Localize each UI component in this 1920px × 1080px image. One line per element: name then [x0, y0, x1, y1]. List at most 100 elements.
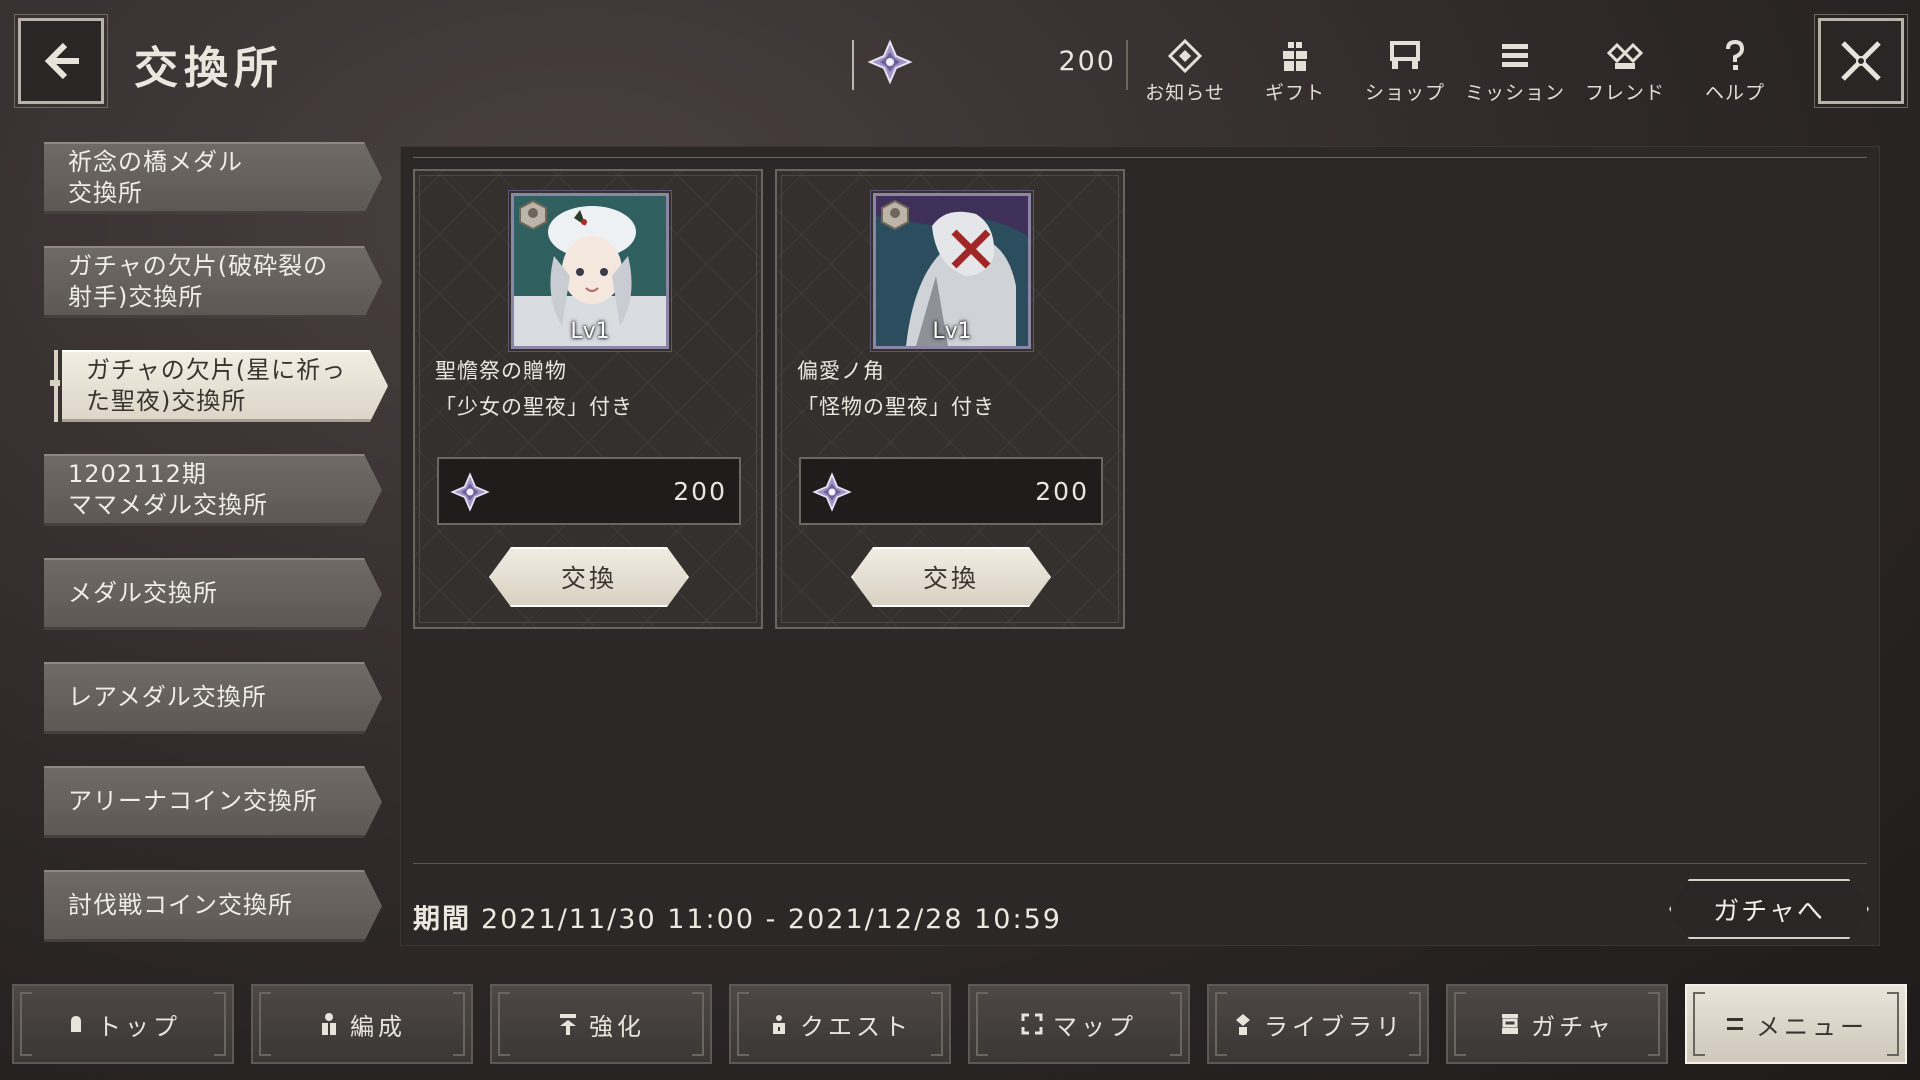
- item-price-box: 200: [799, 457, 1103, 525]
- sidebar-item-gacha-fragment-holy-night[interactable]: ガチャの欠片(星に祈っ た聖夜)交換所: [62, 350, 388, 422]
- sidebar-item-label: ガチャの欠片(破砕裂の: [68, 251, 329, 280]
- currency-divider: [852, 40, 854, 90]
- item-name: 偏愛ノ角 「怪物の聖夜」付き: [797, 353, 995, 425]
- bottom-nav-label: トップ: [97, 1012, 181, 1041]
- exchange-button[interactable]: 交換: [489, 547, 689, 607]
- nav-notice-label: お知らせ: [1145, 82, 1225, 104]
- item-portrait[interactable]: Lv1: [870, 190, 1034, 352]
- bottom-nav-label: ガチャ: [1531, 1012, 1615, 1041]
- quest-icon: [773, 1015, 785, 1034]
- gacha-icon: [1502, 1014, 1519, 1034]
- party-icon: [322, 1013, 336, 1035]
- sidebar-item-label: 討伐戦コイン交換所: [68, 891, 293, 919]
- crystal-medal-icon: [812, 472, 852, 512]
- map-icon: [1021, 1013, 1043, 1035]
- sidebar-item-label: 1202112期: [68, 459, 207, 488]
- back-button[interactable]: [14, 14, 108, 108]
- item-name-line1: 偏愛ノ角: [797, 359, 885, 383]
- top-nav: お知らせ ギフト ショップ ミッション フレンド ヘルプ: [1130, 36, 1790, 110]
- sidebar-item-label: ママメダル交換所: [68, 490, 268, 519]
- friend-icon: [1606, 42, 1644, 69]
- nav-notice[interactable]: お知らせ: [1130, 36, 1240, 110]
- currency-divider-right: [1126, 40, 1128, 90]
- active-marker-notch: [50, 380, 60, 386]
- item-portrait[interactable]: Lv1: [508, 190, 672, 352]
- sidebar-item-rare-medal[interactable]: レアメダル交換所: [44, 662, 382, 734]
- item-price: 200: [1035, 477, 1089, 506]
- library-icon: [1236, 1014, 1250, 1035]
- sidebar-item-label: た聖夜)交換所: [86, 386, 247, 415]
- active-marker: [54, 350, 58, 422]
- nav-help[interactable]: ヘルプ: [1680, 36, 1790, 110]
- bottom-nav-label: ライブラリ: [1264, 1012, 1404, 1041]
- sidebar-item-label: レアメダル交換所: [68, 683, 267, 711]
- item-level: Lv1: [570, 319, 610, 344]
- bottom-nav-map[interactable]: マップ: [968, 984, 1190, 1064]
- bottom-nav-label: マップ: [1053, 1012, 1137, 1041]
- bottom-nav: トップ 編成 強化 クエスト マップ ライブラリ ガチャ メニュー: [12, 984, 1908, 1064]
- bottom-nav-quest[interactable]: クエスト: [729, 984, 951, 1064]
- sidebar-item-gacha-fragment-archer[interactable]: ガチャの欠片(破砕裂の 射手)交換所: [44, 246, 382, 318]
- item-name-line1: 聖憺祭の贈物: [435, 359, 567, 383]
- home-icon: [71, 1016, 81, 1032]
- item-price: 200: [673, 477, 727, 506]
- sidebar-item-label: 射手)交換所: [68, 282, 204, 311]
- exchange-period: 期間 2021/11/30 11:00 - 2021/12/28 10:59: [413, 897, 1062, 936]
- go-to-gacha-button[interactable]: ガチャへ: [1669, 879, 1869, 939]
- sidebar-item-label: 祈念の橋メダル: [68, 147, 243, 176]
- sidebar-item-label: メダル交換所: [68, 579, 218, 607]
- arrow-left-icon: [44, 42, 79, 80]
- bottom-nav-party[interactable]: 編成: [251, 984, 473, 1064]
- crystal-medal-icon: [867, 39, 913, 85]
- crystal-medal-icon: [450, 472, 490, 512]
- nav-friend[interactable]: フレンド: [1570, 36, 1680, 110]
- currency-amount: 200: [1058, 46, 1116, 77]
- item-price-box: 200: [437, 457, 741, 525]
- sidebar-item-kinen-medal[interactable]: 祈念の橋メダル 交換所: [44, 142, 382, 214]
- period-label: 期間: [413, 904, 471, 935]
- nav-help-label: ヘルプ: [1704, 82, 1765, 104]
- nav-mission[interactable]: ミッション: [1460, 36, 1570, 110]
- gift-icon: [1283, 42, 1307, 71]
- nav-shop-label: ショップ: [1364, 82, 1445, 104]
- upgrade-icon: [560, 1014, 576, 1035]
- bottom-nav-top[interactable]: トップ: [12, 984, 234, 1064]
- sidebar-item-label: 交換所: [68, 178, 143, 207]
- close-button[interactable]: [1814, 14, 1908, 108]
- menu-icon: [1727, 1018, 1743, 1030]
- item-name-line2: 「少女の聖夜」付き: [435, 395, 633, 419]
- diamond-notice-icon: [1168, 39, 1202, 73]
- sidebar-item-arena-coin[interactable]: アリーナコイン交換所: [44, 766, 382, 838]
- bottom-nav-library[interactable]: ライブラリ: [1207, 984, 1429, 1064]
- exchange-button[interactable]: 交換: [851, 547, 1051, 607]
- rank-badge-icon: [881, 200, 909, 230]
- bottom-nav-label: 編成: [350, 1012, 406, 1041]
- nav-shop[interactable]: ショップ: [1350, 36, 1460, 110]
- bottom-nav-label: メニュー: [1756, 1012, 1868, 1041]
- nav-mission-label: ミッション: [1464, 82, 1565, 104]
- bottom-nav-label: 強化: [589, 1012, 645, 1041]
- sidebar-item-mama-medal[interactable]: 1202112期 ママメダル交換所: [44, 454, 382, 526]
- bottom-nav-gacha[interactable]: ガチャ: [1446, 984, 1668, 1064]
- item-name: 聖憺祭の贈物 「少女の聖夜」付き: [435, 353, 633, 425]
- help-icon: [1726, 39, 1745, 70]
- panel-divider-top: [413, 157, 1867, 158]
- shop-icon: [1390, 41, 1420, 69]
- item-name-line2: 「怪物の聖夜」付き: [797, 395, 995, 419]
- bottom-nav-label: クエスト: [800, 1012, 912, 1041]
- nav-friend-label: フレンド: [1584, 82, 1665, 104]
- rank-badge-icon: [519, 200, 547, 230]
- nav-gift[interactable]: ギフト: [1240, 36, 1350, 110]
- panel-divider-bottom: [413, 863, 1867, 864]
- bottom-nav-menu[interactable]: メニュー: [1685, 984, 1907, 1064]
- page-title: 交換所: [134, 43, 284, 94]
- sidebar-item-label: ガチャの欠片(星に祈っ: [86, 355, 347, 384]
- exchange-card: Lv1 聖憺祭の贈物 「少女の聖夜」付き 200 交換: [413, 169, 763, 629]
- list-icon: [1502, 44, 1528, 67]
- close-x-icon: [1841, 41, 1881, 81]
- item-level: Lv1: [932, 319, 972, 344]
- sidebar-item-raid-coin[interactable]: 討伐戦コイン交換所: [44, 870, 382, 942]
- bottom-nav-upgrade[interactable]: 強化: [490, 984, 712, 1064]
- period-value: 2021/11/30 11:00 - 2021/12/28 10:59: [481, 904, 1062, 935]
- sidebar-item-medal[interactable]: メダル交換所: [44, 558, 382, 630]
